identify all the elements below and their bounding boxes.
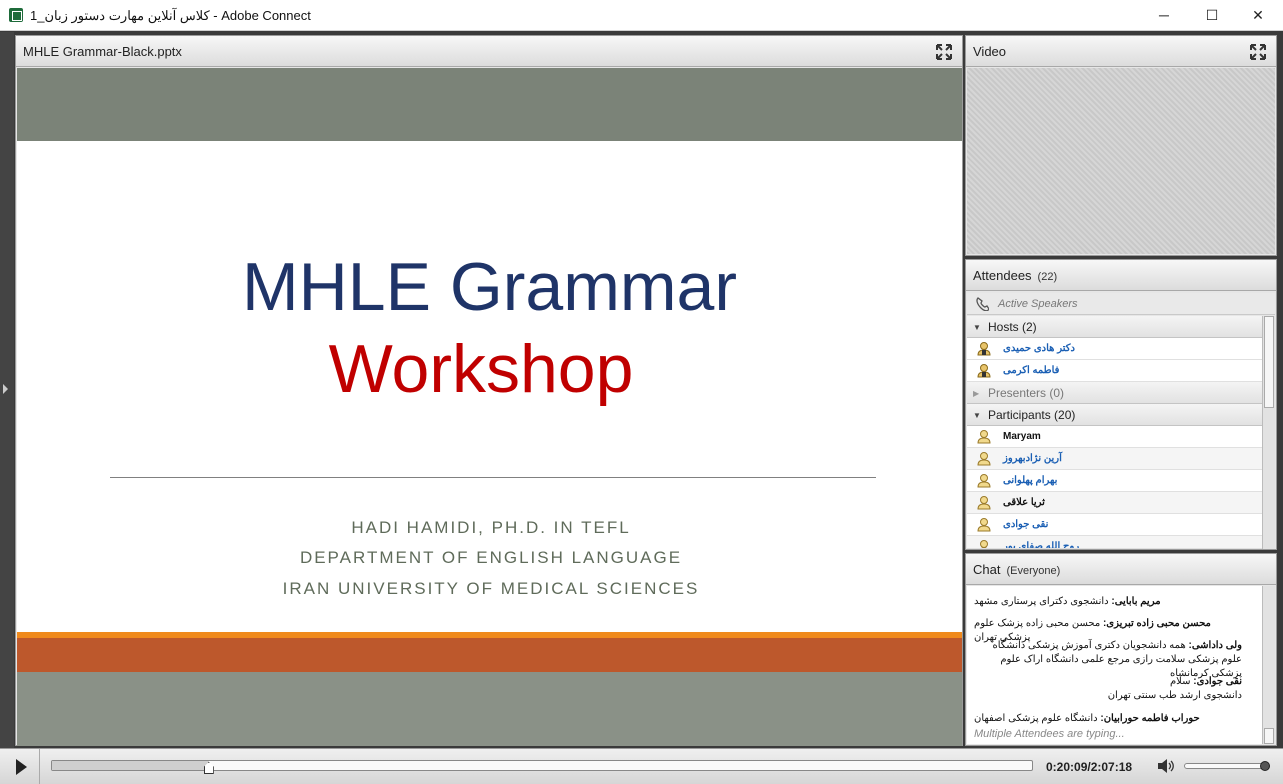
volume-thumb[interactable] <box>1260 761 1270 771</box>
chat-pod-header: Chat (Everyone) <box>966 554 1276 585</box>
collapse-left-handle[interactable] <box>0 32 14 748</box>
speaker-icon[interactable] <box>1157 758 1175 774</box>
host-user-icon <box>977 364 991 378</box>
slide-author: HADI HAMIDI, PH.D. IN TEFL <box>351 518 631 537</box>
attendee-name: نقی جوادی <box>1003 519 1049 530</box>
volume-track[interactable] <box>1184 761 1270 771</box>
scrollbar-thumb[interactable] <box>1264 728 1274 744</box>
video-pod-header: Video <box>966 36 1276 67</box>
window-title: کلاس آنلاین مهارت دستور زبان_1 - Adobe C… <box>30 8 311 23</box>
slide-title-line2: Workshop <box>328 331 634 407</box>
play-button[interactable] <box>0 749 40 784</box>
slide-department: DEPARTMENT OF ENGLISH LANGUAGE <box>299 548 683 567</box>
chat-sender: حوراب فاطمه حورابیان: <box>1100 713 1200 724</box>
attendee-name: ثریا علاقی <box>1003 497 1045 508</box>
chat-message: مریم بابایی: دانشجوی دکترای پرستاری مشهد <box>974 595 1242 609</box>
attendee-row[interactable]: بهرام پهلوانی <box>967 470 1262 492</box>
seek-progress <box>52 761 209 770</box>
chat-text: دانشجوی دکترای پرستاری مشهد <box>974 596 1109 607</box>
attendee-row[interactable]: فاطمه اکرمی <box>967 360 1262 382</box>
attendees-pod-title: Attendees (22) <box>973 268 1058 283</box>
video-pod: Video <box>965 35 1277 256</box>
chat-history: مریم بابایی: دانشجوی دکترای پرستاری مشهد… <box>967 586 1262 744</box>
slide-rust-band <box>17 638 962 672</box>
attendee-name: آرین نژادبهروز <box>1003 453 1062 464</box>
participants-group-header[interactable]: ▼ Participants (20) <box>967 404 1262 426</box>
share-pod: MHLE Grammar-Black.pptx MHLE Grammar Wor… <box>15 35 963 746</box>
playback-bar: 0:20:09/2:07:18 <box>0 748 1283 784</box>
attendees-pod-header: Attendees (22) <box>966 260 1276 291</box>
attendees-count: (22) <box>1037 271 1058 283</box>
slide-title-line1: MHLE Grammar <box>242 249 737 325</box>
chat-sender: نقی جوادی: <box>1193 676 1242 687</box>
video-pod-title: Video <box>973 44 1007 59</box>
attendee-row[interactable]: آرین نژادبهروز <box>967 448 1262 470</box>
phone-icon <box>976 297 989 311</box>
active-speakers-bar: Active Speakers <box>967 293 1275 315</box>
scrollbar-thumb[interactable] <box>1264 316 1274 408</box>
hosts-group-label: Hosts (2) <box>988 320 1037 334</box>
fullscreen-icon[interactable] <box>1250 44 1266 60</box>
slide-top-band <box>17 68 962 141</box>
attendee-row[interactable]: ثریا علاقی <box>967 492 1262 514</box>
hosts-group-header[interactable]: ▼ Hosts (2) <box>967 316 1262 338</box>
typing-indicator: Multiple Attendees are typing... <box>974 728 1125 740</box>
participant-user-icon <box>977 518 991 532</box>
collapse-triangle-icon: ▼ <box>973 411 981 420</box>
chat-message: حوراب فاطمه حورابیان: دانشگاه علوم پزشکی… <box>974 712 1242 726</box>
presenters-group-header[interactable]: ▶ Presenters (0) <box>967 382 1262 404</box>
participants-group-label: Participants (20) <box>988 408 1076 422</box>
play-icon <box>16 759 27 775</box>
maximize-button[interactable]: ☐ <box>1189 0 1235 31</box>
seek-track[interactable] <box>51 760 1033 774</box>
chat-text: دانشگاه علوم پزشکی اصفهان <box>974 713 1098 724</box>
slide-divider <box>110 477 876 478</box>
attendees-scrollbar[interactable] <box>1262 316 1275 549</box>
attendee-name: دکتر هادی حمیدی <box>1003 343 1075 354</box>
attendee-row[interactable]: نقی جوادی <box>967 514 1262 536</box>
participant-user-icon <box>977 496 991 510</box>
attendee-row[interactable]: Maryam <box>967 426 1262 448</box>
presenters-group-label: Presenters (0) <box>988 386 1065 400</box>
chat-scope: (Everyone) <box>1006 565 1061 577</box>
slide-university: IRAN UNIVERSITY OF MEDICAL SCIENCES <box>282 579 700 598</box>
attendees-pod: Attendees (22) Active Speakers ▼ Hosts (2… <box>965 259 1277 550</box>
chat-pod-title: Chat (Everyone) <box>973 562 1061 577</box>
chat-message: نقی جوادی: سلام دانشجوی ارشد طب سنتی تهر… <box>974 675 1242 703</box>
share-pod-header: MHLE Grammar-Black.pptx <box>16 36 962 67</box>
participant-user-icon <box>980 540 988 548</box>
fullscreen-icon[interactable] <box>936 44 952 60</box>
time-readout: 0:20:09/2:07:18 <box>1046 760 1133 774</box>
participant-user-icon <box>977 474 991 488</box>
adobe-connect-app-icon <box>9 8 23 22</box>
expand-triangle-icon: ▶ <box>973 389 980 398</box>
slide-bottom-band <box>17 672 962 746</box>
attendee-row[interactable]: روح الله صفای پور <box>967 536 1262 549</box>
minimize-button[interactable]: ─ <box>1141 0 1187 31</box>
active-speakers-label: Active Speakers <box>998 298 1078 310</box>
participant-user-icon <box>977 430 991 444</box>
chat-scrollbar[interactable] <box>1262 586 1275 744</box>
chat-sender: مریم بابایی: <box>1111 596 1161 607</box>
attendee-name: روح الله صفای پور <box>1003 541 1080 549</box>
window-titlebar: کلاس آنلاین مهارت دستور زبان_1 - Adobe C… <box>0 0 1283 31</box>
expand-arrow-icon <box>3 384 8 394</box>
participant-user-icon <box>977 452 991 466</box>
presentation-slide: MHLE Grammar Workshop HADI HAMIDI, PH.D.… <box>17 68 962 746</box>
close-button[interactable]: ✕ <box>1235 0 1281 31</box>
chat-pod: Chat (Everyone) مریم بابایی: دانشجوی دکتر… <box>965 553 1277 746</box>
video-area <box>967 68 1275 254</box>
share-pod-title: MHLE Grammar-Black.pptx <box>23 44 182 59</box>
attendee-name: Maryam <box>1003 431 1041 442</box>
chat-sender: ولی داداشی: <box>1188 640 1243 651</box>
attendee-row[interactable]: دکتر هادی حمیدی <box>967 338 1262 360</box>
chat-sender: محسن محبی زاده تبریزی: <box>1102 618 1211 629</box>
attendee-name: فاطمه اکرمی <box>1003 365 1060 376</box>
host-user-icon <box>977 342 991 356</box>
collapse-triangle-icon: ▼ <box>973 323 981 332</box>
attendee-name: بهرام پهلوانی <box>1003 475 1058 486</box>
